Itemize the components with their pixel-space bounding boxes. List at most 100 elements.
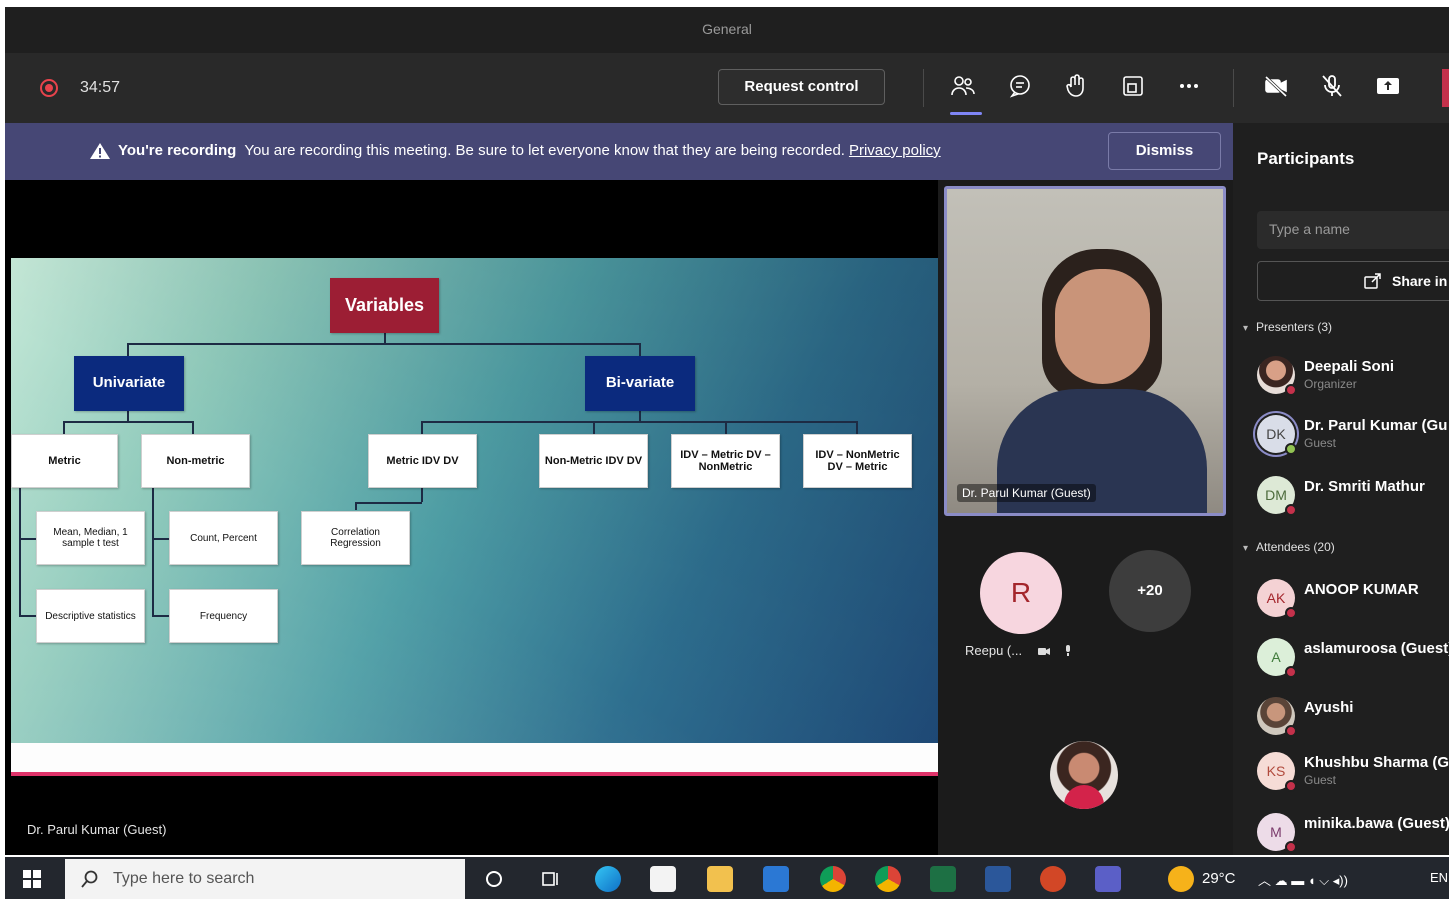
file-explorer-icon[interactable] (707, 866, 733, 892)
recording-text: You are recording this meeting. Be sure … (244, 142, 845, 159)
recording-banner: You're recording You are recording this m… (5, 123, 1233, 180)
video-gallery: Dr. Parul Kumar (Guest) R +20 Reepu (... (938, 180, 1233, 855)
language-indicator[interactable]: EN (1430, 870, 1448, 885)
store-icon[interactable] (650, 866, 676, 892)
tray-icons[interactable]: ︿ ☁ ▬ ◖ ⌵ ◂)) (1258, 870, 1348, 889)
chrome-icon[interactable] (875, 866, 901, 892)
meeting-timer: 34:57 (80, 79, 121, 96)
warning-icon (90, 143, 110, 159)
variables-node: Variables (330, 278, 439, 333)
edge-icon[interactable] (595, 866, 621, 892)
idv-nonmetric-dv-metric-node: IDV – NonMetric DV – Metric (803, 434, 912, 488)
share-icon (1364, 273, 1381, 289)
participant-tile-name: Reepu (... (965, 643, 1023, 658)
share-content-button[interactable] (1375, 73, 1407, 103)
taskbar-search-placeholder: Type here to search (113, 870, 255, 887)
metric-node: Metric (11, 434, 118, 488)
mic-button[interactable] (1319, 73, 1351, 103)
self-view-avatar[interactable] (1050, 741, 1118, 809)
avatar: DM (1257, 476, 1297, 516)
participant-item[interactable]: DM Dr. Smriti Mathur (1257, 472, 1449, 518)
camera-button[interactable] (1263, 73, 1295, 103)
presenter-video[interactable]: Dr. Parul Kumar (Guest) (944, 186, 1226, 516)
dismiss-button[interactable]: Dismiss (1108, 132, 1221, 170)
participants-title: Participants (1257, 149, 1355, 168)
univariate-node: Univariate (74, 356, 184, 411)
chat-button[interactable] (1007, 73, 1039, 103)
more-participants-button[interactable]: +20 (1109, 550, 1191, 632)
recording-icon (40, 79, 58, 97)
more-options-button[interactable] (1176, 73, 1208, 103)
frequency-node: Frequency (169, 589, 278, 643)
word-icon[interactable] (985, 866, 1011, 892)
participant-search-input[interactable]: Type a name (1257, 211, 1449, 249)
participant-item[interactable]: DK Dr. Parul Kumar (Gu Guest (1257, 411, 1449, 457)
leave-button[interactable] (1442, 69, 1449, 107)
powerpoint-icon[interactable] (1040, 866, 1066, 892)
participant-item[interactable]: KS Khushbu Sharma (G Guest (1257, 748, 1449, 794)
avatar (1257, 697, 1297, 737)
teams-icon[interactable] (1095, 866, 1121, 892)
share-tray-icon (1377, 78, 1399, 94)
task-view-icon[interactable] (537, 866, 563, 892)
toolbar-divider (1233, 69, 1234, 107)
video-name-label: Dr. Parul Kumar (Guest) (957, 484, 1096, 502)
avatar: DK (1257, 415, 1297, 455)
bivariate-node: Bi-variate (585, 356, 695, 411)
excel-icon[interactable] (930, 866, 956, 892)
share-invite-button[interactable]: Share in (1257, 261, 1449, 301)
camera-off-icon (1264, 75, 1288, 98)
meeting-toolbar: 34:57 Request control (5, 53, 1449, 123)
participant-role: Organizer (1304, 377, 1357, 391)
mic-off-icon (1322, 75, 1342, 97)
count-percent-node: Count, Percent (169, 511, 278, 565)
participant-item[interactable]: A aslamuroosa (Guest) (1257, 634, 1449, 680)
participant-item[interactable]: M minika.bawa (Guest) (1257, 809, 1449, 855)
mic-off-icon (1066, 645, 1070, 656)
reactions-button[interactable] (1063, 73, 1095, 103)
avatar: KS (1257, 752, 1297, 792)
participant-tile-avatar[interactable]: R (980, 552, 1062, 634)
window-title: General (702, 21, 752, 37)
search-icon (81, 870, 98, 888)
participants-button[interactable] (950, 73, 982, 115)
toolbar-divider (923, 69, 924, 107)
camera-off-icon (1038, 648, 1050, 655)
taskbar-search-input[interactable]: Type here to search (65, 859, 465, 899)
descriptive-statistics-node: Descriptive statistics (36, 589, 145, 643)
cortana-icon[interactable] (481, 866, 507, 892)
avatar: AK (1257, 579, 1297, 619)
request-control-button[interactable]: Request control (718, 69, 885, 105)
idv-metric-dv-nonmetric-node: IDV – Metric DV – NonMetric (671, 434, 780, 488)
taskbar: Type here to search 29°C ︿ ☁ ▬ ◖ ⌵ ◂)) E… (5, 857, 1449, 899)
weather-icon[interactable] (1168, 866, 1194, 892)
title-bar: General (5, 7, 1449, 53)
slide-footer (11, 743, 939, 776)
recording-title: You're recording (118, 142, 237, 159)
shared-screen: Variables Univariate Bi-variate Metric N… (5, 180, 939, 855)
chat-icon (1009, 75, 1030, 98)
metric-idv-dv-node: Metric IDV DV (368, 434, 477, 488)
recording-message: You're recording You are recording this m… (118, 142, 941, 159)
mail-icon[interactable] (763, 866, 789, 892)
non-metric-node: Non-metric (141, 434, 250, 488)
privacy-policy-link[interactable]: Privacy policy (849, 142, 941, 159)
attendees-header[interactable]: Attendees (20) (1243, 540, 1335, 554)
chrome-icon[interactable] (820, 866, 846, 892)
presenters-header[interactable]: Presenters (3) (1243, 320, 1332, 334)
participant-name: Dr. Parul Kumar (Gu (1304, 417, 1448, 434)
participant-item[interactable]: AK ANOOP KUMAR (1257, 575, 1449, 621)
participant-item[interactable]: Deepali Soni Organizer (1257, 352, 1449, 398)
weather-temperature[interactable]: 29°C (1202, 870, 1236, 887)
rooms-icon (1123, 76, 1143, 96)
participant-name: Ayushi (1304, 699, 1354, 716)
participant-item[interactable]: Ayushi (1257, 693, 1449, 739)
participant-role: Guest (1304, 436, 1337, 450)
more-icon (1180, 84, 1198, 88)
participants-panel: Participants Type a name Share in Presen… (1233, 123, 1449, 855)
participant-name: Dr. Smriti Mathur (1304, 478, 1425, 495)
participant-name: ANOOP KUMAR (1304, 581, 1419, 598)
correlation-regression-node: Correlation Regression (301, 511, 410, 565)
windows-start-icon[interactable] (23, 870, 41, 888)
rooms-button[interactable] (1120, 73, 1152, 103)
